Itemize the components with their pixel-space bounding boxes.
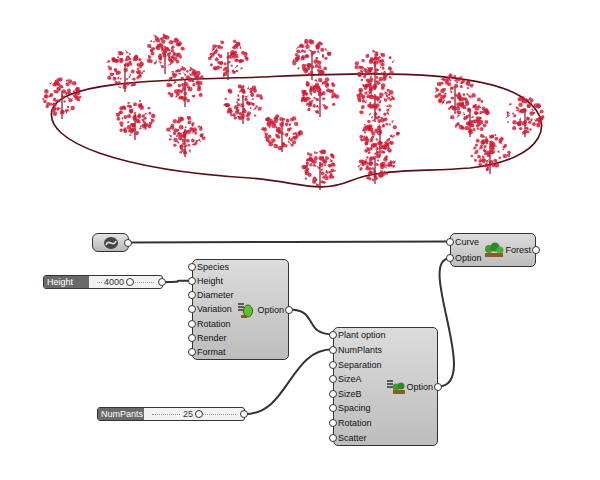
input-port[interactable]: Scatter — [338, 430, 386, 445]
number-slider[interactable]: NumPants 25 — [97, 407, 245, 421]
wire — [129, 242, 450, 243]
input-port[interactable]: NumPlants — [338, 343, 386, 358]
tree — [42, 77, 81, 119]
tree — [223, 84, 263, 124]
input-port[interactable]: SizeA — [338, 372, 386, 387]
slider-label: NumPants — [98, 408, 144, 420]
wire — [438, 259, 454, 387]
tree — [356, 83, 395, 122]
curve-icon — [103, 236, 119, 250]
output-port[interactable]: Forest — [505, 245, 531, 255]
slider-value: 25 — [181, 409, 195, 419]
wire — [289, 310, 333, 335]
input-port[interactable]: Variation — [197, 302, 234, 316]
forest-icon — [484, 242, 504, 258]
tree — [355, 50, 395, 90]
curve-param[interactable] — [92, 233, 129, 252]
tree — [166, 116, 206, 157]
input-port[interactable]: Render — [197, 331, 234, 345]
input-port[interactable]: Diameter — [197, 288, 234, 302]
tree — [470, 134, 510, 174]
tree — [435, 73, 476, 114]
input-port[interactable]: Spacing — [338, 401, 386, 416]
option-icon — [386, 378, 406, 396]
tree — [506, 96, 544, 137]
number-slider[interactable]: Height 4000 — [43, 275, 163, 289]
input-port[interactable]: Option — [455, 250, 482, 266]
tree — [147, 33, 185, 74]
input-port[interactable]: Species — [197, 260, 234, 274]
tree — [450, 97, 490, 137]
forest-component[interactable]: CurveOption Forest — [450, 233, 536, 267]
slider-label: Height — [44, 276, 89, 288]
tree — [261, 114, 303, 152]
input-port[interactable]: Plant option — [338, 328, 386, 343]
tree — [116, 100, 156, 140]
output-port[interactable]: Option — [406, 382, 433, 392]
option-component[interactable]: Plant optionNumPlantsSeparationSizeASize… — [333, 327, 438, 446]
plant-icon — [236, 300, 254, 320]
input-port[interactable]: Separation — [338, 357, 386, 372]
input-port[interactable]: Rotation — [338, 416, 386, 431]
slider-knob[interactable] — [195, 410, 203, 418]
slider-value: 4000 — [102, 277, 126, 287]
input-port[interactable]: Height — [197, 274, 234, 288]
input-port[interactable]: Rotation — [197, 317, 234, 331]
tree — [301, 150, 336, 190]
slider-track[interactable]: 4000 — [97, 276, 154, 288]
input-port[interactable]: Curve — [455, 234, 482, 250]
tree — [292, 39, 331, 80]
slider-track[interactable]: 25 — [152, 408, 236, 420]
input-port[interactable]: SizeB — [338, 387, 386, 402]
grasshopper-canvas[interactable]: Height 4000 NumPants 25 SpeciesHeightDia… — [0, 0, 600, 480]
output-port[interactable]: Option — [257, 305, 284, 315]
tree — [301, 77, 340, 117]
tree — [358, 143, 396, 184]
input-port[interactable]: Format — [197, 345, 234, 359]
tree — [166, 66, 204, 107]
tree — [359, 116, 400, 157]
tree — [106, 50, 145, 92]
slider-knob[interactable] — [126, 278, 134, 286]
plant-component[interactable]: SpeciesHeightDiameterVariationRotationRe… — [192, 259, 289, 360]
tree — [208, 39, 249, 80]
